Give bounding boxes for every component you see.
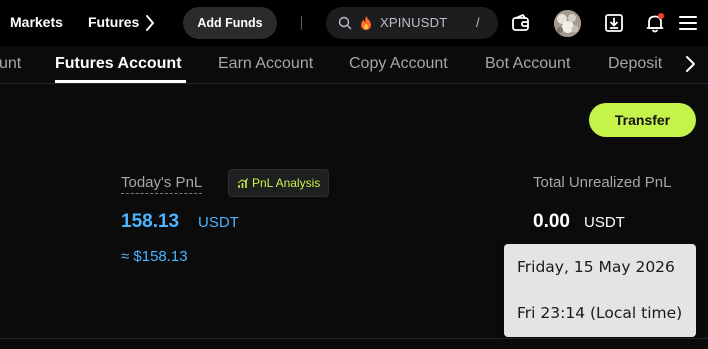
bell-icon[interactable]	[644, 12, 666, 34]
download-icon[interactable]	[603, 12, 625, 34]
todays-pnl-label[interactable]: Today's PnL	[121, 174, 203, 194]
unrealized-pnl-label: Total Unrealized PnL	[533, 174, 672, 191]
wallet-icon[interactable]	[510, 12, 532, 34]
top-navigation-bar: Markets Futures Add Funds XPINUSDT /	[0, 0, 708, 46]
tab-account-partial[interactable]: unt	[0, 55, 21, 73]
account-tabs: unt Futures Account Earn Account Copy Ac…	[0, 46, 708, 84]
search-input[interactable]: XPINUSDT /	[326, 7, 498, 39]
search-text: XPINUSDT	[380, 15, 448, 30]
menu-icon[interactable]	[677, 12, 699, 34]
todays-pnl-fiat: ≈ $158.13	[121, 248, 188, 265]
search-icon	[338, 16, 352, 30]
add-funds-button[interactable]: Add Funds	[183, 7, 277, 39]
active-tab-indicator	[55, 80, 186, 83]
datetime-tooltip: Friday, 15 May 2026 Fri 23:14 (Local tim…	[504, 244, 696, 337]
divider	[301, 16, 302, 30]
avatar[interactable]	[554, 10, 581, 37]
nav-futures-label: Futures	[88, 14, 140, 30]
divider	[0, 338, 708, 339]
chevron-right-icon[interactable]	[680, 54, 700, 74]
tooltip-time: Fri 23:14 (Local time)	[517, 304, 683, 322]
unrealized-pnl-unit: USDT	[584, 214, 625, 231]
transfer-button[interactable]: Transfer	[589, 103, 696, 137]
pnl-analysis-label: PnL Analysis	[252, 176, 321, 190]
notification-dot	[658, 13, 664, 19]
unrealized-pnl-value: 0.00	[533, 211, 570, 232]
todays-pnl-unit: USDT	[198, 214, 239, 231]
chevron-right-icon[interactable]	[144, 13, 156, 33]
nav-futures-link[interactable]: Futures	[88, 10, 142, 36]
nav-markets-link[interactable]: Markets	[10, 14, 63, 30]
tab-deposit[interactable]: Deposit	[608, 55, 662, 73]
tab-futures-account[interactable]: Futures Account	[55, 55, 182, 73]
tab-bot-account[interactable]: Bot Account	[485, 55, 570, 73]
avatar-image	[554, 10, 581, 37]
tooltip-date: Friday, 15 May 2026	[517, 258, 675, 276]
tab-copy-account[interactable]: Copy Account	[349, 55, 448, 73]
chart-icon	[237, 178, 249, 188]
todays-pnl-value: 158.13	[121, 211, 180, 232]
search-shortcut: /	[476, 15, 480, 30]
flame-icon	[361, 16, 371, 30]
tab-earn-account[interactable]: Earn Account	[218, 55, 313, 73]
pnl-analysis-button[interactable]: PnL Analysis	[228, 169, 329, 197]
